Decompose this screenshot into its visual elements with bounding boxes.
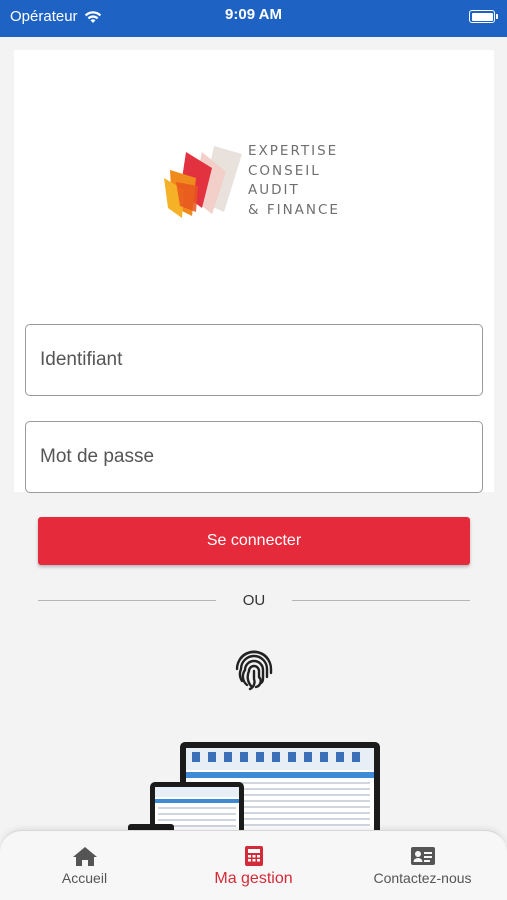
tab-contactez-nous[interactable]: Contactez-nous — [338, 831, 507, 900]
wifi-icon — [84, 10, 101, 23]
battery-icon — [469, 10, 498, 23]
tab-label: Contactez-nous — [373, 870, 472, 886]
contact-card-icon — [410, 847, 435, 865]
separator-line — [292, 600, 470, 601]
tab-label: Ma gestion — [214, 870, 293, 887]
password-input[interactable] — [40, 446, 482, 468]
username-input[interactable] — [40, 349, 482, 371]
devices-illustration — [128, 742, 380, 837]
home-icon — [72, 847, 97, 866]
logo-line: & FINANCE — [248, 201, 340, 218]
tab-label: Accueil — [61, 870, 108, 886]
username-field[interactable] — [25, 324, 483, 396]
status-bar: Opérateur 9:09 AM — [0, 0, 507, 37]
login-button[interactable]: Se connecter — [38, 517, 470, 565]
logo-text: EXPERTISE CONSEIL AUDIT & FINANCE — [248, 142, 340, 220]
carrier-label: Opérateur — [10, 8, 78, 25]
tab-accueil[interactable]: Accueil — [0, 831, 169, 900]
status-left: Opérateur — [10, 8, 102, 25]
logo-mark-icon — [164, 146, 242, 218]
tab-ma-gestion[interactable]: Ma gestion — [169, 831, 338, 900]
bottom-tab-bar: Accueil Ma gestion Contactez-nous — [0, 830, 507, 900]
logo-line: EXPERTISE — [248, 143, 339, 159]
logo-line: AUDIT — [248, 182, 300, 198]
logo-line: CONSEIL — [248, 162, 321, 179]
or-separator: OU — [38, 590, 470, 610]
fingerprint-icon[interactable] — [234, 647, 274, 691]
password-field[interactable] — [25, 421, 483, 493]
calculator-icon — [244, 846, 263, 866]
company-logo: EXPERTISE CONSEIL AUDIT & FINANCE — [162, 142, 352, 222]
